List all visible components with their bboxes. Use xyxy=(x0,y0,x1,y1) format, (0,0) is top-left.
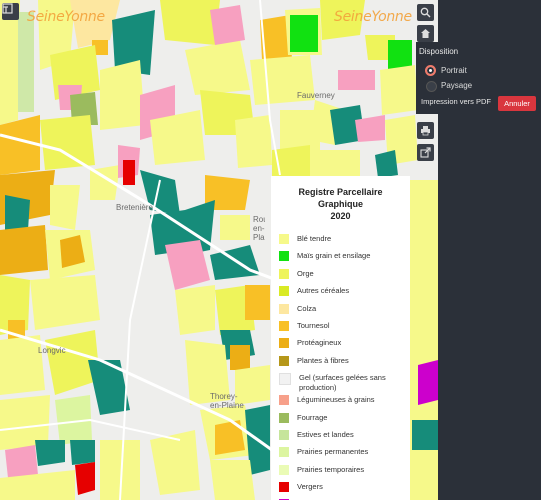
legend-item: Plantes à fibres xyxy=(271,354,410,371)
open-external-button[interactable] xyxy=(417,144,434,161)
legend-swatch xyxy=(279,268,289,279)
legend-label: Protéagineux xyxy=(297,338,342,348)
place-label-fauverney: Fauverney xyxy=(297,91,335,100)
legend-item: Orge xyxy=(271,267,410,284)
brand-logo-left: SeineYonne xyxy=(27,9,105,25)
legend-swatch xyxy=(279,251,289,262)
print-panel: Disposition Portrait Paysage Impression … xyxy=(416,42,541,114)
place-label-breteniere: Bretenière xyxy=(116,203,153,212)
legend-label: Prairies permanentes xyxy=(297,447,369,457)
portrait-label[interactable]: Portrait xyxy=(441,66,467,75)
landscape-label[interactable]: Paysage xyxy=(441,81,472,90)
brand-logo-right: SeineYonne xyxy=(334,9,412,25)
place-label-longvic: Longvic xyxy=(38,346,66,355)
legend-title: Registre Parcellaire Graphique 2020 xyxy=(298,187,383,221)
legend-label: Vergers xyxy=(297,482,323,492)
legend-item: Légumineuses à grains xyxy=(271,393,410,410)
legend-swatch xyxy=(279,482,289,493)
legend-label: Maïs grain et ensilage xyxy=(297,251,371,261)
legend-swatch xyxy=(279,395,289,406)
print-layout-heading: Disposition xyxy=(419,47,459,56)
place-label-rouvres: Rouvres-en-Plaine xyxy=(253,215,265,242)
export-pdf-button[interactable]: Impression vers PDF xyxy=(421,97,491,106)
open-external-icon xyxy=(420,147,431,158)
collapse-panel-button[interactable] xyxy=(2,3,19,20)
search-icon xyxy=(420,7,431,18)
legend-label: Tournesol xyxy=(297,320,330,330)
legend-swatch xyxy=(279,412,289,423)
legend-label: Prairies temporaires xyxy=(297,464,365,474)
legend-label: Fourrage xyxy=(297,412,328,422)
legend-label: Autres céréales xyxy=(297,286,350,296)
legend-swatch xyxy=(279,286,289,297)
legend-swatch xyxy=(279,464,289,475)
legend-swatch xyxy=(279,429,289,440)
legend-item: Autres céréales xyxy=(271,284,410,301)
legend-label: Estives et landes xyxy=(297,429,354,439)
legend-item: Prairies permanentes xyxy=(271,445,410,462)
legend-swatch xyxy=(279,447,289,458)
map-legend: Registre Parcellaire Graphique 2020 Blé … xyxy=(271,176,410,500)
legend-label: Orge xyxy=(297,268,314,278)
legend-swatch xyxy=(279,373,291,386)
green-strip xyxy=(18,12,34,112)
legend-swatch xyxy=(279,234,289,244)
legend-item: Colza xyxy=(271,302,410,319)
legend-item: Estives et landes xyxy=(271,428,410,445)
legend-item: Blé tendre xyxy=(271,232,410,249)
search-button[interactable] xyxy=(417,4,434,21)
legend-item: Vergers xyxy=(271,480,410,497)
landscape-radio[interactable] xyxy=(426,81,437,92)
legend-item: Prairies temporaires xyxy=(271,463,410,480)
legend-swatch xyxy=(279,338,289,349)
legend-items: Blé tendre Maïs grain et ensilage Orge Autr… xyxy=(271,232,410,500)
cancel-button[interactable]: Annuler xyxy=(498,96,536,111)
map-canvas[interactable]: SeineYonne SeineYonne Fauverney Breteniè… xyxy=(0,0,438,500)
legend-item: Tournesol xyxy=(271,319,410,336)
legend-item: Protéagineux xyxy=(271,336,410,353)
portrait-radio[interactable] xyxy=(425,65,436,76)
legend-label: Blé tendre xyxy=(297,234,332,243)
legend-label: Colza xyxy=(297,303,317,313)
legend-item: Gel (surfaces gelées sans production) xyxy=(271,371,410,393)
legend-item: Maïs grain et ensilage xyxy=(271,249,410,266)
print-button[interactable] xyxy=(417,122,434,139)
print-icon xyxy=(421,126,430,136)
legend-label: Plantes à fibres xyxy=(297,355,349,365)
legend-item: Fourrage xyxy=(271,411,410,428)
legend-label: Légumineuses à grains xyxy=(297,395,375,405)
legend-swatch xyxy=(279,355,289,366)
legend-swatch xyxy=(279,320,289,331)
place-label-thorey: Thorey-en-Plaine xyxy=(210,392,244,410)
collapse-panel-icon xyxy=(2,3,13,14)
legend-swatch xyxy=(279,303,289,314)
home-icon xyxy=(421,29,430,38)
home-button[interactable] xyxy=(417,25,434,42)
legend-label: Gel (surfaces gelées sans production) xyxy=(299,373,386,393)
